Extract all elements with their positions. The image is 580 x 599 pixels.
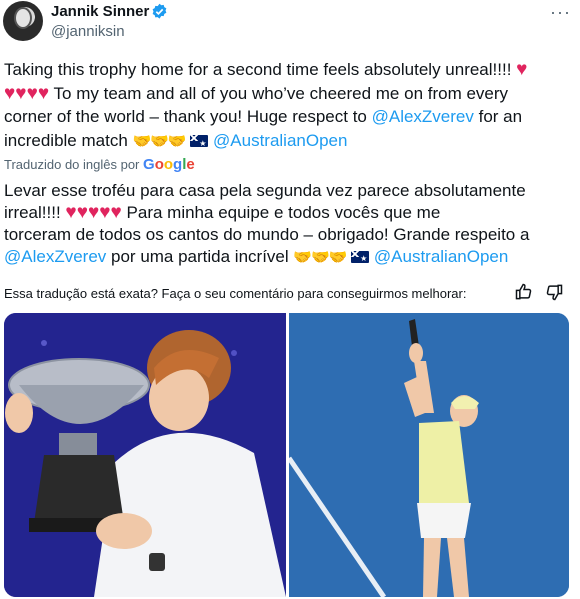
more-options-icon[interactable]: ··· [550,2,571,23]
author-handle[interactable]: @janniksin [51,23,125,40]
translated-text: Levar esse troféu para casa pela segunda… [4,180,574,270]
tweet-line: ♥♥♥♥ To my team and all of you who’ve ch… [4,82,509,104]
mention-link[interactable]: @AlexZverev [4,247,106,266]
tweet-line: corner of the world – thank you! Huge re… [4,107,523,126]
trophy-photo[interactable] [4,313,286,597]
tweet-text: Taking this trophy home for a second tim… [4,58,574,156]
celebration-photo-illustration [289,313,569,597]
australia-flag-icon [351,248,372,270]
google-logo[interactable]: Google [143,156,195,173]
translation-feedback-text: Essa tradução está exata? Faça o seu com… [4,286,467,301]
tweet-header: Jannik Sinner @janniksin ··· [0,0,580,52]
australia-flag-icon [190,132,211,155]
trophy-photo-illustration [4,313,286,597]
translated-line: torceram de todos os cantos do mundo – o… [4,225,530,244]
translated-line: irreal!!!! ♥♥♥♥♥ Para minha equipe e tod… [4,202,441,223]
verified-badge-icon [152,3,167,19]
translated-line: Levar esse troféu para casa pela segunda… [4,181,526,200]
heart-emoji-icon: ♥♥♥♥♥ [65,202,122,223]
heart-emoji-icon: ♥♥♥♥ [4,82,50,104]
translation-attribution: Traduzido do inglês por Google [4,156,195,173]
handshake-emoji-icon: 🤝🤝🤝 [132,132,187,150]
tweet-line: Taking this trophy home for a second tim… [4,59,528,80]
thumbs-up-icon[interactable] [514,282,534,302]
avatar[interactable] [3,1,43,41]
handshake-emoji-icon: 🤝🤝🤝 [293,249,347,266]
heart-emoji-icon: ♥ [516,59,528,80]
mention-link[interactable]: @AustralianOpen [213,131,347,150]
celebration-photo[interactable] [289,313,569,597]
author-name[interactable]: Jannik Sinner [51,3,149,20]
mention-link[interactable]: @AustralianOpen [374,247,508,266]
tweet-line: incredible match 🤝🤝🤝 @AustralianOpen [4,129,574,156]
mention-link[interactable]: @AlexZverev [372,107,474,126]
thumbs-down-icon[interactable] [544,282,564,302]
translated-line: @AlexZverev por uma partida incrível 🤝🤝🤝… [4,246,574,270]
